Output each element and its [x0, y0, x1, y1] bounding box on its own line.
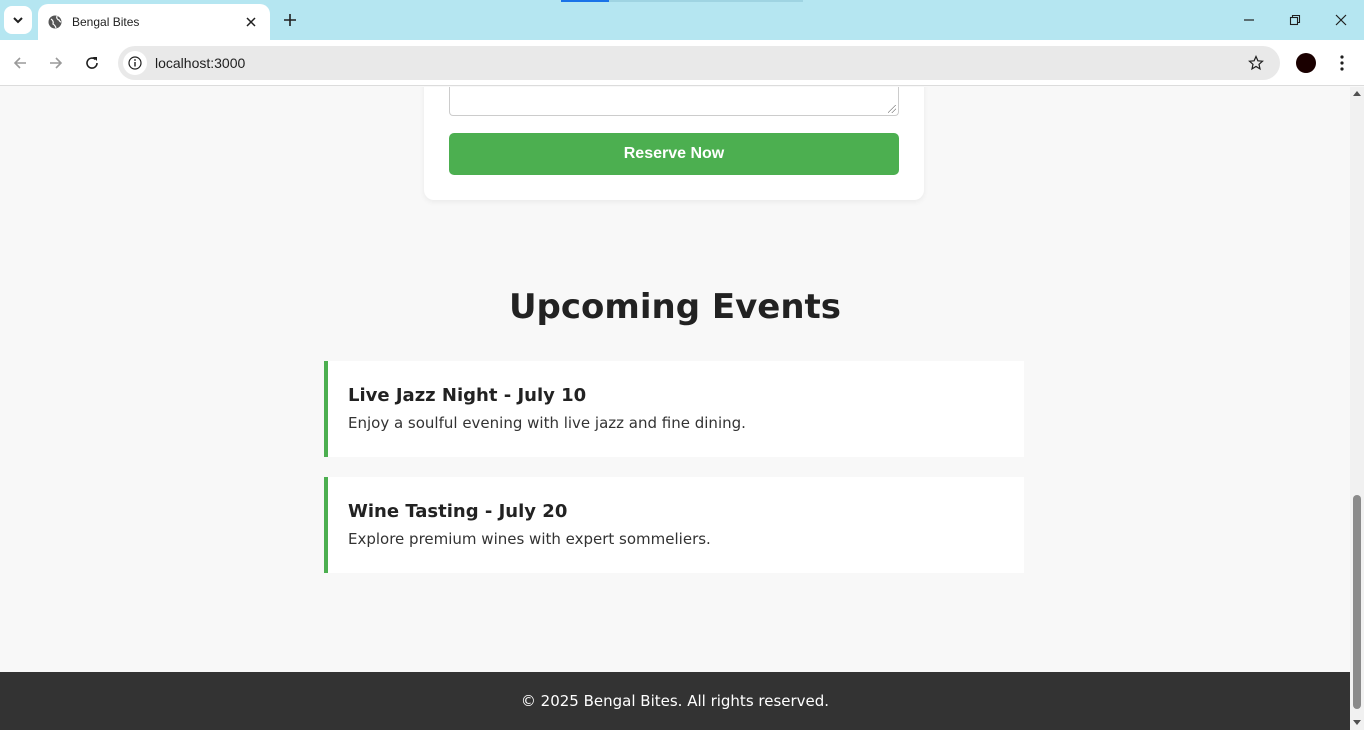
- kebab-menu-icon: [1340, 55, 1344, 71]
- event-description: Explore premium wines with expert sommel…: [348, 530, 711, 548]
- minimize-icon: [1244, 19, 1254, 21]
- forward-icon: [50, 57, 63, 69]
- site-footer: © 2025 Bengal Bites. All rights reserved…: [0, 672, 1350, 730]
- site-info-icon: [128, 56, 142, 70]
- browser-titlebar: Bengal Bites: [0, 0, 1364, 40]
- globe-icon: [48, 15, 62, 29]
- footer-copyright: © 2025 Bengal Bites. All rights reserved…: [520, 692, 830, 710]
- events-heading: Upcoming Events: [508, 287, 842, 327]
- event-title: Wine Tasting - July 20: [348, 501, 568, 522]
- close-window-button[interactable]: [1329, 8, 1353, 32]
- close-icon: [246, 17, 256, 27]
- event-title: Live Jazz Night - July 10: [348, 385, 587, 406]
- page-scrollbar[interactable]: [1350, 87, 1364, 730]
- scroll-up-arrow[interactable]: [1353, 91, 1361, 96]
- event-card: Wine Tasting - July 20 Explore premium w…: [324, 477, 1024, 573]
- address-bar[interactable]: localhost:3000: [118, 46, 1280, 80]
- reservation-form: Reserve Now: [424, 87, 924, 200]
- close-icon: [1335, 14, 1347, 26]
- browser-toolbar: localhost:3000: [0, 40, 1364, 86]
- restore-button[interactable]: [1283, 8, 1307, 32]
- restore-icon: [1289, 14, 1301, 26]
- scroll-down-arrow[interactable]: [1353, 720, 1361, 725]
- tab-list-icon: [13, 17, 23, 24]
- tab-close-button[interactable]: [242, 13, 260, 31]
- url-text: localhost:3000: [155, 55, 246, 71]
- event-description: Enjoy a soulful evening with live jazz a…: [348, 414, 746, 432]
- event-card: Live Jazz Night - July 10 Enjoy a soulfu…: [324, 361, 1024, 457]
- star-icon: [1248, 55, 1264, 71]
- browser-tab[interactable]: Bengal Bites: [38, 4, 270, 40]
- special-requests-textarea[interactable]: [449, 87, 899, 116]
- new-tab-button[interactable]: [279, 9, 301, 31]
- browser-menu-button[interactable]: [1332, 51, 1352, 75]
- page-viewport: Reserve Now Upcoming Events Live Jazz Ni…: [0, 87, 1350, 730]
- reserve-now-button[interactable]: Reserve Now: [449, 133, 899, 175]
- back-icon: [13, 57, 26, 69]
- scrollbar-thumb[interactable]: [1353, 495, 1361, 709]
- plus-icon: [284, 14, 296, 26]
- tab-title: Bengal Bites: [72, 15, 140, 29]
- tab-strip-indicator-secondary: [609, 0, 803, 2]
- reload-icon: [86, 57, 98, 69]
- resize-handle[interactable]: [888, 105, 896, 113]
- bookmark-button[interactable]: [1246, 53, 1266, 73]
- back-button[interactable]: [8, 51, 32, 75]
- minimize-button[interactable]: [1237, 8, 1261, 32]
- profile-avatar[interactable]: [1296, 53, 1316, 73]
- tab-list-button[interactable]: [4, 6, 32, 34]
- forward-button[interactable]: [44, 51, 68, 75]
- tab-strip-indicator: [561, 0, 609, 2]
- site-info-button[interactable]: [123, 51, 147, 75]
- reload-button[interactable]: [80, 51, 104, 75]
